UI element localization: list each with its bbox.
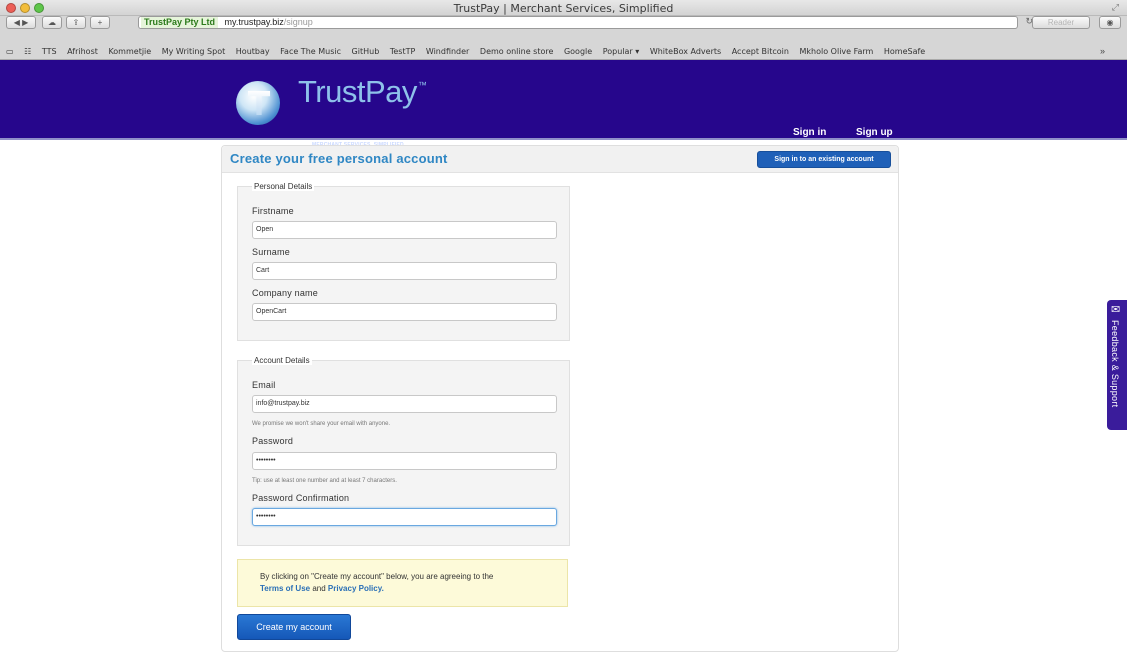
megaphone-icon: ✉ <box>1111 304 1121 316</box>
privacy-policy-link[interactable]: Privacy Policy. <box>328 584 384 593</box>
terms-notice: By clicking on "Create my account" below… <box>237 559 568 607</box>
email-input[interactable]: info@trustpay.biz <box>252 395 557 413</box>
bookmark-item[interactable]: WhiteBox Adverts <box>650 47 721 56</box>
account-details-fieldset: Account Details Email info@trustpay.biz … <box>237 356 570 546</box>
terms-of-use-link[interactable]: Terms of Use <box>260 584 310 593</box>
trustpay-logo-icon[interactable] <box>236 81 280 125</box>
bookmark-item[interactable]: My Writing Spot <box>162 47 225 56</box>
terms-notice-links: Terms of Use and Privacy Policy. <box>260 584 384 593</box>
password-label: Password <box>252 436 294 446</box>
terms-and-text: and <box>312 584 326 593</box>
email-label: Email <box>252 380 276 390</box>
bookmark-item[interactable]: Accept Bitcoin <box>732 47 789 56</box>
firstname-input[interactable]: Open <box>252 221 557 239</box>
bookmarks-list: ▭ ☷ TTS Afrihost Kommetjie My Writing Sp… <box>6 47 933 56</box>
bookmark-item[interactable]: Popular ▾ <box>603 47 640 56</box>
share-icon[interactable]: ⇪ <box>66 16 86 29</box>
bookmark-item[interactable]: Face The Music <box>280 47 341 56</box>
password-confirmation-input[interactable]: •••••••• <box>252 508 557 526</box>
email-help-text: We promise we won't share your email wit… <box>252 421 391 427</box>
feedback-support-tab[interactable]: ✉ Feedback & Support <box>1107 300 1127 430</box>
personal-details-fieldset: Personal Details Firstname Open Surname … <box>237 182 570 341</box>
bookmark-item[interactable]: Windfinder <box>426 47 470 56</box>
bookmark-item[interactable]: Houtbay <box>236 47 270 56</box>
bookmark-item[interactable]: GitHub <box>352 47 380 56</box>
feedback-support-label: Feedback & Support <box>1110 320 1120 408</box>
password-confirmation-label: Password Confirmation <box>252 493 350 503</box>
top-sites-icon[interactable]: ☷ <box>24 47 31 56</box>
create-account-button[interactable]: Create my account <box>237 614 351 640</box>
surname-label: Surname <box>252 247 290 257</box>
bookmark-item[interactable]: Kommetjie <box>108 47 151 56</box>
personal-details-legend: Personal Details <box>252 182 315 191</box>
fullscreen-icon[interactable]: ⤢ <box>1112 2 1119 13</box>
password-input[interactable]: •••••••• <box>252 452 557 470</box>
surname-input[interactable]: Cart <box>252 262 557 280</box>
bookmark-item[interactable]: Demo online store <box>480 47 554 56</box>
page-title: Create your free personal account <box>230 151 448 166</box>
add-bookmark-icon[interactable]: + <box>90 16 110 29</box>
company-name-label: Company name <box>252 288 318 298</box>
window-titlebar: TrustPay | Merchant Services, Simplified… <box>0 0 1127 16</box>
address-bar[interactable]: TrustPay Pty Ltd my.trustpay.biz/signup <box>138 16 1018 29</box>
reader-button[interactable]: Reader <box>1032 16 1090 29</box>
icloud-icon[interactable]: ☁ <box>42 16 62 29</box>
signup-card: Create your free personal account Sign i… <box>221 145 899 652</box>
card-header: Create your free personal account Sign i… <box>222 146 898 173</box>
bookmark-item[interactable]: TestTP <box>390 47 415 56</box>
account-details-legend: Account Details <box>252 356 312 365</box>
terms-notice-text: By clicking on "Create my account" below… <box>260 572 494 581</box>
bookmark-item[interactable]: Google <box>564 47 592 56</box>
more-bookmarks-icon[interactable]: » <box>1100 46 1105 56</box>
bookmark-item[interactable]: TTS <box>42 47 57 56</box>
nav-sign-up-link[interactable]: Sign up <box>856 127 893 138</box>
company-name-input[interactable]: OpenCart <box>252 303 557 321</box>
bookmark-item[interactable]: Mkholo Olive Farm <box>800 47 874 56</box>
sign-in-existing-button[interactable]: Sign in to an existing account <box>757 151 891 168</box>
downloads-icon[interactable]: ◉ <box>1099 16 1121 29</box>
site-header: TrustPay™ Sign in Sign up <box>0 60 1127 140</box>
bookmark-item[interactable]: HomeSafe <box>884 47 925 56</box>
nav-sign-in-link[interactable]: Sign in <box>793 127 826 138</box>
url-host: my.trustpay.biz <box>224 17 284 27</box>
password-help-text: Tip: use at least one number and at leas… <box>252 478 397 484</box>
bookmarks-bar: ▭ ☷ TTS Afrihost Kommetjie My Writing Sp… <box>0 30 1127 60</box>
firstname-label: Firstname <box>252 206 294 216</box>
window-title: TrustPay | Merchant Services, Simplified <box>453 2 674 15</box>
browser-toolbar: ◀ ▶ ☁ ⇪ + TrustPay Pty Ltd my.trustpay.b… <box>0 16 1127 30</box>
back-forward-buttons[interactable]: ◀ ▶ <box>6 16 36 29</box>
reading-list-icon[interactable]: ▭ <box>6 47 14 56</box>
url-path: /signup <box>283 17 313 27</box>
bookmark-item[interactable]: Afrihost <box>67 47 98 56</box>
logo-wordmark[interactable]: TrustPay™ <box>298 74 427 110</box>
ev-certificate-badge[interactable]: TrustPay Pty Ltd <box>141 17 219 28</box>
